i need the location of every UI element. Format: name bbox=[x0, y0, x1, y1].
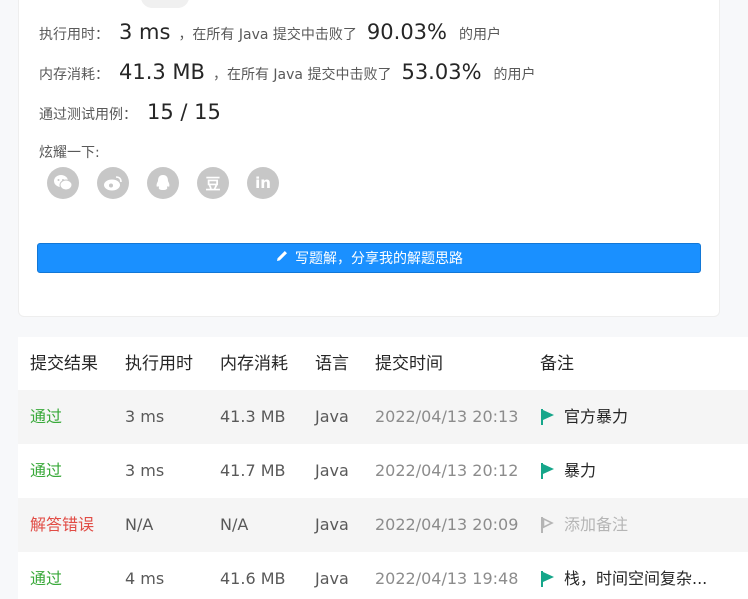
linkedin-icon[interactable]: in bbox=[247, 167, 279, 199]
douban-glyph: 豆 bbox=[205, 174, 221, 193]
result-card: 执行用时： 3 ms ，在所有 Java 提交中击败了 90.03% 的用户 内… bbox=[18, 0, 720, 317]
table-row: 通过 3 ms 41.3 MB Java 2022/04/13 20:13 官方… bbox=[18, 390, 748, 444]
header-submitted: 提交时间 bbox=[375, 354, 443, 374]
memory-percent: 53.03% bbox=[401, 60, 482, 84]
tests-label: 通过测试用例： bbox=[39, 107, 137, 123]
row-language: Java bbox=[315, 407, 349, 426]
row-memory: N/A bbox=[220, 515, 249, 534]
row-runtime: 3 ms bbox=[125, 407, 165, 426]
result-link[interactable]: 通过 bbox=[30, 444, 62, 498]
flag-icon bbox=[541, 463, 554, 479]
add-note-button[interactable]: 添加备注 bbox=[540, 498, 628, 552]
runtime-suffix: 的用户 bbox=[459, 27, 501, 43]
wechat-icon[interactable] bbox=[47, 167, 79, 199]
runtime-text: ，在所有 Java 提交中击败了 bbox=[178, 27, 357, 43]
row-runtime: N/A bbox=[125, 515, 154, 534]
runtime-label: 执行用时： bbox=[39, 27, 109, 43]
row-memory: 41.7 MB bbox=[220, 461, 286, 480]
row-submitted: 2022/04/13 19:48 bbox=[375, 569, 519, 588]
top-tab-fragment bbox=[141, 0, 189, 8]
memory-label: 内存消耗： bbox=[39, 67, 109, 83]
share-icons: 豆 in bbox=[47, 167, 279, 199]
row-runtime: 4 ms bbox=[125, 569, 165, 588]
header-language: 语言 bbox=[315, 354, 349, 374]
row-submitted: 2022/04/13 20:13 bbox=[375, 407, 519, 426]
write-solution-label: 写题解，分享我的解题思路 bbox=[295, 251, 463, 267]
memory-text: ，在所有 Java 提交中击败了 bbox=[212, 67, 392, 83]
runtime-value: 3 ms bbox=[119, 20, 171, 44]
row-language: Java bbox=[315, 461, 349, 480]
flag-icon bbox=[541, 409, 554, 425]
header-runtime: 执行用时 bbox=[125, 354, 193, 374]
flag-icon bbox=[541, 571, 554, 587]
table-row: 解答错误 N/A N/A Java 2022/04/13 20:09 添加备注 bbox=[18, 498, 748, 552]
submissions-table: 提交结果 执行用时 内存消耗 语言 提交时间 备注 通过 3 ms 41.3 M… bbox=[18, 337, 748, 599]
tests-stat: 通过测试用例： 15 / 15 bbox=[39, 100, 229, 124]
row-submitted: 2022/04/13 20:12 bbox=[375, 461, 519, 480]
row-note[interactable]: 官方暴力 bbox=[540, 390, 628, 444]
row-language: Java bbox=[315, 515, 349, 534]
row-note-text: 官方暴力 bbox=[564, 407, 629, 426]
header-note: 备注 bbox=[540, 354, 574, 374]
row-language: Java bbox=[315, 569, 349, 588]
linkedin-glyph: in bbox=[255, 174, 271, 192]
table-row: 通过 4 ms 41.6 MB Java 2022/04/13 19:48 栈，… bbox=[18, 552, 748, 599]
share-label: 炫耀一下: bbox=[39, 145, 100, 161]
flag-outline-icon bbox=[541, 517, 554, 533]
row-memory: 41.3 MB bbox=[220, 407, 286, 426]
row-note-text: 暴力 bbox=[564, 461, 597, 480]
weibo-icon[interactable] bbox=[97, 167, 129, 199]
result-link[interactable]: 通过 bbox=[30, 552, 62, 599]
table-row: 通过 3 ms 41.7 MB Java 2022/04/13 20:12 暴力 bbox=[18, 444, 748, 498]
result-link[interactable]: 通过 bbox=[30, 390, 62, 444]
write-solution-button[interactable]: 写题解，分享我的解题思路 bbox=[37, 243, 701, 273]
memory-stat: 内存消耗： 41.3 MB ，在所有 Java 提交中击败了 53.03% 的用… bbox=[39, 60, 536, 84]
add-note-label: 添加备注 bbox=[564, 515, 629, 534]
douban-icon[interactable]: 豆 bbox=[197, 167, 229, 199]
qq-icon[interactable] bbox=[147, 167, 179, 199]
table-header: 提交结果 执行用时 内存消耗 语言 提交时间 备注 bbox=[18, 337, 748, 390]
row-memory: 41.6 MB bbox=[220, 569, 286, 588]
row-note[interactable]: 栈，时间空间复杂... bbox=[540, 552, 707, 599]
header-result: 提交结果 bbox=[30, 354, 98, 374]
row-submitted: 2022/04/13 20:09 bbox=[375, 515, 519, 534]
result-link[interactable]: 解答错误 bbox=[30, 498, 94, 552]
header-memory: 内存消耗 bbox=[220, 354, 288, 374]
row-note-text: 栈，时间空间复杂... bbox=[564, 569, 708, 588]
runtime-stat: 执行用时： 3 ms ，在所有 Java 提交中击败了 90.03% 的用户 bbox=[39, 20, 501, 44]
pencil-icon bbox=[275, 249, 289, 267]
memory-suffix: 的用户 bbox=[493, 67, 536, 83]
memory-value: 41.3 MB bbox=[119, 60, 205, 84]
row-note[interactable]: 暴力 bbox=[540, 444, 596, 498]
row-runtime: 3 ms bbox=[125, 461, 165, 480]
tests-value: 15 / 15 bbox=[147, 100, 221, 124]
runtime-percent: 90.03% bbox=[366, 20, 447, 44]
